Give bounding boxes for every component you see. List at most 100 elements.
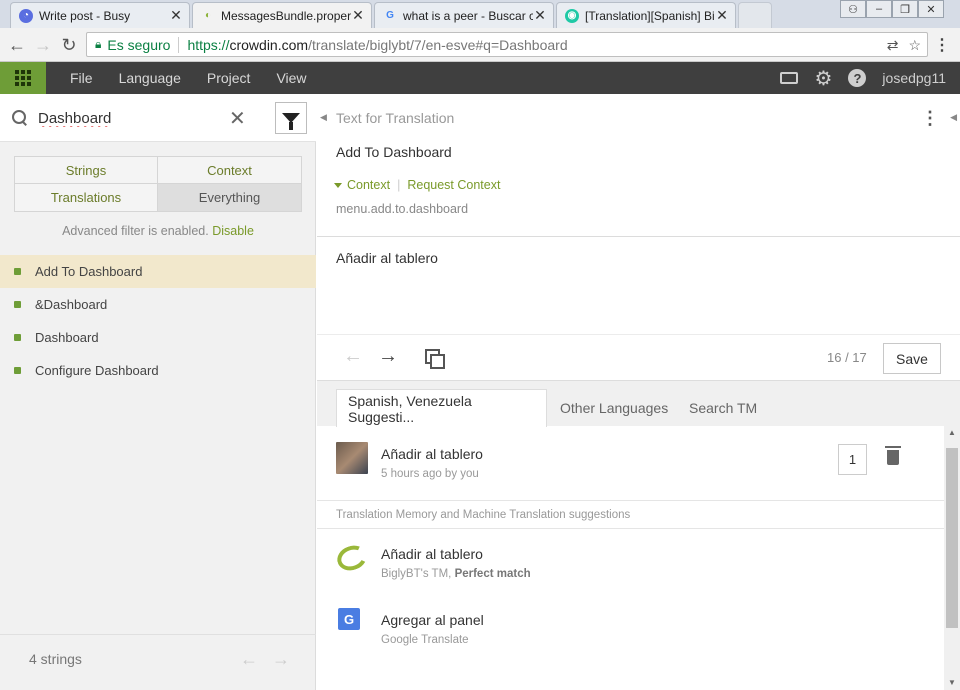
crowdin-tm-icon xyxy=(337,546,361,564)
forward-arrow-icon[interactable]: → xyxy=(32,34,54,56)
restore-icon[interactable]: ❐ xyxy=(892,0,918,18)
disable-filter-link[interactable]: Disable xyxy=(212,224,254,238)
list-item[interactable]: Dashboard xyxy=(0,321,316,354)
browser-tab-google[interactable]: G what is a peer - Buscar co ✕ xyxy=(374,2,554,28)
suggestion-source: Google Translate xyxy=(381,634,469,646)
more-options-icon[interactable]: ⋮ xyxy=(921,108,939,129)
window-controls: ⚇ – ❐ ✕ xyxy=(840,0,944,18)
close-icon[interactable]: ✕ xyxy=(715,7,729,24)
save-button[interactable]: Save xyxy=(883,343,941,374)
string-progress: 16 / 17 xyxy=(827,350,867,365)
suggestion-tabs: Spanish, Venezuela Suggesti... Other Lan… xyxy=(317,380,960,427)
tm-suggestion[interactable]: Añadir al tablero BiglyBT's TM, Perfect … xyxy=(317,530,944,596)
prev-page-icon[interactable]: ← xyxy=(240,649,258,670)
string-label: &Dashboard xyxy=(35,297,108,312)
scope-translations[interactable]: Translations xyxy=(15,184,158,211)
tm-suggestion[interactable]: G Agregar al panel Google Translate xyxy=(317,596,944,662)
next-string-icon[interactable]: → xyxy=(378,345,398,368)
menu-view[interactable]: View xyxy=(276,70,306,86)
string-key: menu.add.to.dashboard xyxy=(336,202,469,216)
topbar-right: ⚙ ? josedpg11 xyxy=(780,62,946,94)
editor-menu: File Language Project View xyxy=(70,62,333,94)
collapse-right-icon[interactable]: ◀ xyxy=(950,112,957,123)
grid-icon xyxy=(15,70,31,86)
suggestion-source: BiglyBT's TM, Perfect match xyxy=(381,568,531,580)
list-item[interactable]: Configure Dashboard xyxy=(0,354,316,387)
translation-textarea[interactable]: Añadir al tablero xyxy=(336,250,438,266)
help-icon[interactable]: ? xyxy=(848,69,867,87)
close-icon[interactable]: ✕ xyxy=(351,7,365,24)
menu-project[interactable]: Project xyxy=(207,70,251,86)
reload-icon[interactable]: ↻ xyxy=(58,34,80,56)
url-actions: ⇄ ☆ xyxy=(887,37,921,54)
tab-search-tm[interactable]: Search TM xyxy=(689,389,757,427)
scope-strings[interactable]: Strings xyxy=(15,157,158,184)
minimize-icon[interactable]: – xyxy=(866,0,892,18)
list-item[interactable]: Add To Dashboard xyxy=(0,255,316,288)
keyboard-icon[interactable] xyxy=(780,72,799,84)
search-input[interactable] xyxy=(36,106,216,130)
translated-status-icon xyxy=(14,367,21,374)
filter-button[interactable] xyxy=(275,102,307,134)
username[interactable]: josedpg11 xyxy=(882,70,946,86)
new-tab-button[interactable] xyxy=(738,2,772,28)
link-separator: | xyxy=(397,178,401,192)
scroll-down-icon[interactable]: ▼ xyxy=(948,678,956,687)
scope-everything[interactable]: Everything xyxy=(158,184,301,211)
scope-context[interactable]: Context xyxy=(158,157,301,184)
scrollbar-thumb[interactable] xyxy=(946,448,958,628)
suggestion-meta: 5 hours ago by you xyxy=(381,468,479,480)
browser-tab-title: [Translation][Spanish] Big xyxy=(585,8,715,23)
copy-source-icon[interactable] xyxy=(425,349,445,369)
funnel-icon xyxy=(282,113,300,130)
user-suggestion[interactable]: Añadir al tablero 5 hours ago by you 1 xyxy=(317,426,944,500)
browser-menu-icon[interactable]: ⋮ xyxy=(934,35,950,55)
request-context-link[interactable]: Request Context xyxy=(407,178,500,192)
string-label: Configure Dashboard xyxy=(35,363,159,378)
close-icon[interactable]: ✕ xyxy=(533,7,547,24)
tab-other-languages[interactable]: Other Languages xyxy=(560,389,668,427)
busy-icon: ◔ xyxy=(19,8,33,23)
translate-page-icon[interactable]: ⇄ xyxy=(887,37,899,54)
tm-section-header: Translation Memory and Machine Translati… xyxy=(317,500,944,529)
close-icon[interactable]: ✕ xyxy=(169,7,183,24)
collapse-left-icon[interactable]: ◀ xyxy=(320,112,327,123)
tab-language-suggestions[interactable]: Spanish, Venezuela Suggesti... xyxy=(336,389,547,427)
caret-down-icon xyxy=(334,182,342,188)
address-bar-row: ← → ↻ 🔒︎ Es seguro https:// crowdin.com … xyxy=(0,28,960,62)
source-text: Add To Dashboard xyxy=(336,144,452,160)
clear-search-icon[interactable]: ✕ xyxy=(229,106,246,131)
back-arrow-icon[interactable]: ← xyxy=(6,34,28,56)
vote-count[interactable]: 1 xyxy=(838,444,867,475)
menu-language[interactable]: Language xyxy=(119,70,181,86)
browser-tab-crowdin[interactable]: ◐ MessagesBundle.properti ✕ xyxy=(192,2,372,28)
google-translate-icon: G xyxy=(338,608,360,630)
browser-tab-steemit[interactable]: ◉ [Translation][Spanish] Big ✕ xyxy=(556,2,736,28)
suggestion-text: Añadir al tablero xyxy=(381,546,483,562)
suggestion-text: Agregar al panel xyxy=(381,612,484,628)
prev-string-icon[interactable]: ← xyxy=(343,345,363,368)
menu-file[interactable]: File xyxy=(70,70,93,86)
url-field[interactable]: 🔒︎ Es seguro https:// crowdin.com /trans… xyxy=(86,32,928,57)
tm-source-name: BiglyBT's TM, xyxy=(381,568,452,580)
url-host: crowdin.com xyxy=(229,36,309,53)
string-label: Dashboard xyxy=(35,330,99,345)
suggestions-scrollbar[interactable]: ▲ ▼ xyxy=(944,426,960,690)
url-path: /translate/biglybt/7/en-esve#q=Dashboard xyxy=(308,36,568,53)
gear-icon[interactable]: ⚙ xyxy=(814,66,832,91)
scroll-up-icon[interactable]: ▲ xyxy=(948,428,956,437)
browser-tab-busy[interactable]: ◔ Write post - Busy ✕ xyxy=(10,2,190,28)
list-item[interactable]: &Dashboard xyxy=(0,288,316,321)
trash-icon[interactable] xyxy=(885,446,901,465)
search-icon xyxy=(12,110,26,124)
translated-status-icon xyxy=(14,268,21,275)
user-profile-icon[interactable]: ⚇ xyxy=(840,0,866,18)
apps-grid-button[interactable] xyxy=(0,62,46,94)
context-link[interactable]: Context xyxy=(347,178,390,192)
text-for-translation-label: Text for Translation xyxy=(336,110,455,126)
close-window-icon[interactable]: ✕ xyxy=(918,0,944,18)
bookmark-star-icon[interactable]: ☆ xyxy=(908,37,921,54)
strings-count: 4 strings xyxy=(29,651,82,667)
next-page-icon[interactable]: → xyxy=(272,649,290,670)
strings-footer: 4 strings ← → xyxy=(0,634,316,690)
